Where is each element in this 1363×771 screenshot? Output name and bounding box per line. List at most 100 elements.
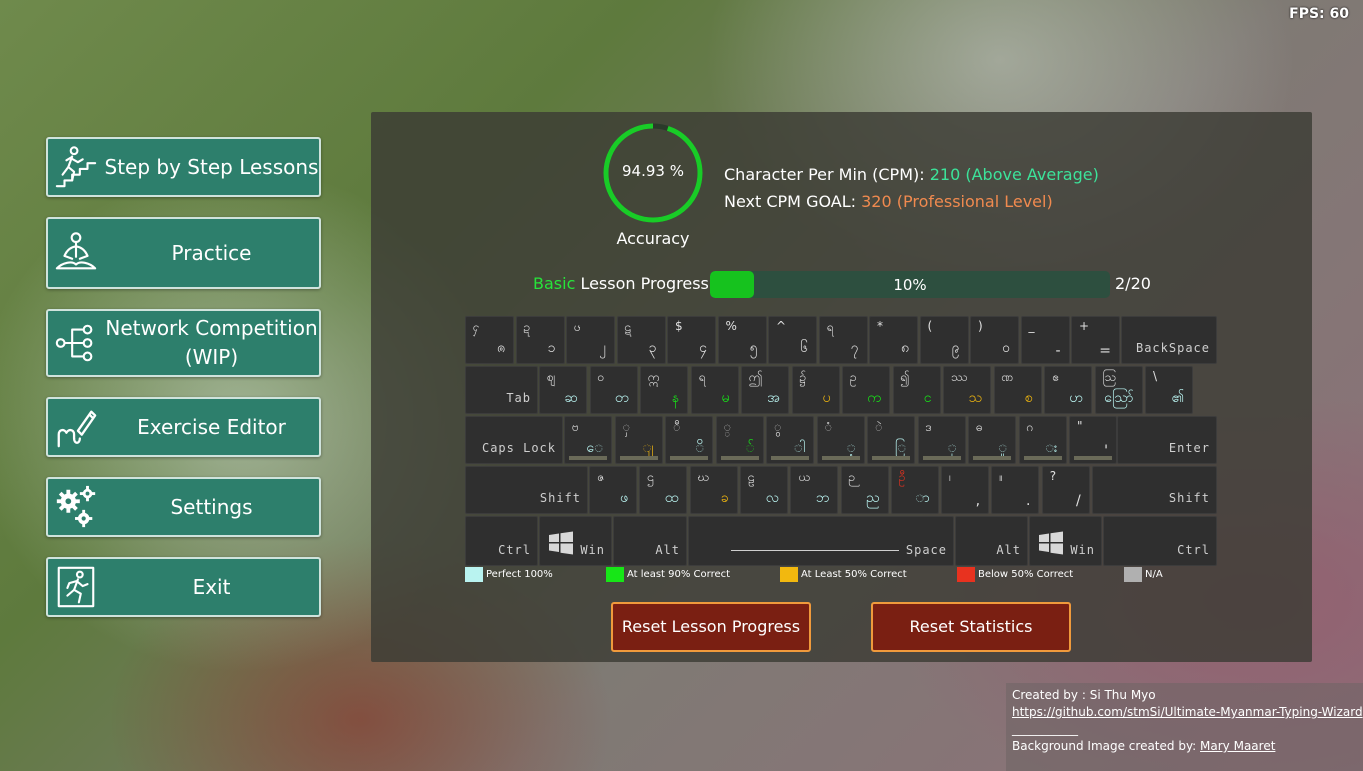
row2-key[interactable]: \ ၏ bbox=[1145, 366, 1193, 414]
row1-key[interactable]: ႁၐ bbox=[465, 316, 514, 364]
row3-key[interactable]: ဒု bbox=[917, 416, 966, 464]
key-win-right[interactable]: Win bbox=[1029, 516, 1102, 566]
key-main-char: ထ bbox=[664, 490, 679, 506]
key-shift-char: % bbox=[725, 319, 737, 333]
key-main-char: ဟ bbox=[1069, 390, 1083, 406]
network-competition-label: Network Competition (WIP) bbox=[104, 314, 319, 372]
row2-key[interactable]: ရမ bbox=[690, 366, 739, 414]
row2-key[interactable]: ဝတ bbox=[589, 366, 638, 414]
row3-key[interactable]: ဓူ bbox=[968, 416, 1016, 464]
key-accuracy-bar bbox=[619, 456, 658, 460]
row1-key[interactable]: ) ၀ bbox=[970, 316, 1019, 364]
key-accuracy-bar bbox=[1074, 456, 1112, 460]
row3-key[interactable]: " ' bbox=[1069, 416, 1117, 464]
row3-key[interactable]: ဗေ bbox=[564, 416, 612, 464]
key-shift-char: ဦ bbox=[898, 470, 906, 484]
row4-key[interactable]: ဦာ bbox=[890, 466, 939, 514]
key-enter-label: Enter bbox=[1168, 441, 1210, 455]
key-main-char: မ bbox=[721, 390, 730, 406]
row4-key[interactable]: ဌထ bbox=[639, 466, 688, 514]
key-shift-char: ။ bbox=[999, 470, 1004, 484]
key-alt-left[interactable]: Alt bbox=[613, 516, 687, 566]
key-tab-label: Tab bbox=[506, 391, 531, 405]
legend-below-swatch bbox=[957, 567, 975, 582]
key-shift-left-label: Shift bbox=[539, 491, 581, 505]
row2-key[interactable]: ဤအ bbox=[741, 366, 789, 414]
key-win-left[interactable]: Win bbox=[539, 516, 612, 566]
row1-key[interactable]: * ၈ bbox=[869, 316, 918, 364]
step-by-step-lessons-button[interactable]: Step by Step Lessons bbox=[46, 137, 321, 197]
key-main-char: လ bbox=[765, 490, 779, 506]
row4-key[interactable]: ၊, bbox=[941, 466, 990, 514]
windows-logo-icon bbox=[1039, 531, 1063, 555]
row1-key[interactable]: ဍ၁ bbox=[515, 316, 565, 364]
credits-repo-link[interactable]: https://github.com/stmSi/Ultimate-Myanma… bbox=[1012, 705, 1363, 719]
row1-key[interactable]: ရ၇ bbox=[818, 316, 868, 364]
row4-key[interactable]: ။. bbox=[991, 466, 1040, 514]
lesson-progress-count: 2/20 bbox=[1115, 274, 1151, 293]
key-shift-char: ဧ bbox=[1052, 370, 1059, 384]
key-main-char: ဘ bbox=[815, 490, 830, 506]
lesson-progress-label: Basic Lesson Progress: bbox=[533, 274, 714, 293]
row1-key[interactable]: (၉ bbox=[919, 316, 969, 364]
reset-statistics-button[interactable]: Reset Statistics bbox=[871, 602, 1071, 652]
key-main-char: ၄ bbox=[699, 340, 707, 356]
row4-key[interactable]: ဃခ bbox=[689, 466, 738, 514]
settings-button[interactable]: Settings bbox=[46, 477, 321, 537]
key-caps-lock[interactable]: Caps Lock bbox=[465, 416, 563, 464]
row4-key[interactable]: ဠလ bbox=[739, 466, 788, 514]
exit-button[interactable]: Exit bbox=[46, 557, 321, 617]
key-shift-char: ဈ bbox=[547, 370, 556, 384]
row1-key[interactable]: $၄ bbox=[667, 316, 716, 364]
key-alt-right[interactable]: Alt bbox=[955, 516, 1028, 566]
row1-key[interactable]: ၒ၂ bbox=[566, 316, 615, 364]
row4-key[interactable]: ? / bbox=[1041, 466, 1090, 514]
row2-key[interactable]: ဩဪ bbox=[1094, 366, 1143, 414]
key-backspace[interactable]: BackSpace bbox=[1121, 316, 1217, 364]
row3-key[interactable]: ံ့ bbox=[816, 416, 865, 464]
key-accuracy-bar bbox=[872, 456, 910, 460]
row2-key[interactable]: ၌ပ bbox=[791, 366, 840, 414]
credits-background-label: Background Image created by: bbox=[1012, 739, 1201, 753]
row4-key[interactable]: ယဘ bbox=[790, 466, 839, 514]
row2-key[interactable]: ဧဟ bbox=[1044, 366, 1092, 414]
row1-key[interactable]: ^ ၆ bbox=[768, 316, 817, 364]
key-main-char: ာ bbox=[915, 490, 930, 506]
virtual-keyboard: ႁၐဍ၁ၒ၂ဋ၃ $၄% ၅ ^ ၆ရ၇ * ၈(၉) ၀ _ - + = BackSpace Tab… bbox=[465, 316, 1217, 566]
row2-key[interactable]: ဏစ bbox=[993, 366, 1042, 414]
row1-key[interactable]: % ၅ bbox=[717, 316, 767, 364]
row3-key[interactable]: ဂး bbox=[1018, 416, 1067, 464]
exercise-editor-button[interactable]: Exercise Editor bbox=[46, 397, 321, 457]
key-main-char: န bbox=[671, 390, 679, 406]
key-main-char: ၅ bbox=[749, 340, 758, 356]
row1-key[interactable]: + = bbox=[1071, 316, 1120, 364]
row1-key[interactable]: ဋ၃ bbox=[616, 316, 666, 364]
key-shift-right[interactable]: Shift bbox=[1092, 466, 1217, 514]
key-enter[interactable]: Enter bbox=[1117, 416, 1217, 464]
row3-key[interactable]: ဲြ bbox=[867, 416, 915, 464]
row2-key[interactable]: ၍င bbox=[892, 366, 941, 414]
row3-key[interactable]: ္် bbox=[715, 416, 764, 464]
network-competition-button[interactable]: Network Competition (WIP) bbox=[46, 309, 321, 377]
credits-background-author-link[interactable]: Mary Maaret bbox=[1200, 739, 1275, 753]
key-space[interactable]: Space bbox=[688, 516, 954, 566]
key-shift-char: ? bbox=[1049, 469, 1057, 483]
key-ctrl-left[interactable]: Ctrl bbox=[465, 516, 538, 566]
row1-key[interactable]: _ - bbox=[1020, 316, 1070, 364]
key-shift-left[interactable]: Shift bbox=[465, 466, 588, 514]
practice-button[interactable]: Practice bbox=[46, 217, 321, 289]
row3-key[interactable]: ီိ bbox=[665, 416, 713, 464]
row2-key[interactable]: ဿသ bbox=[943, 366, 991, 414]
row3-key[interactable]: ှျ bbox=[614, 416, 663, 464]
key-ctrl-right[interactable]: Ctrl bbox=[1103, 516, 1217, 566]
row2-key[interactable]: ဥက bbox=[842, 366, 890, 414]
row4-key[interactable]: ဇဖ bbox=[589, 466, 637, 514]
key-tab[interactable]: Tab bbox=[465, 366, 538, 414]
reset-lesson-progress-button[interactable]: Reset Lesson Progress bbox=[611, 602, 811, 652]
row4-key[interactable]: ဉည bbox=[840, 466, 889, 514]
row2-key[interactable]: ဣန bbox=[640, 366, 688, 414]
row2-key[interactable]: ဈဆ bbox=[539, 366, 587, 414]
row3-key[interactable]: ွါ bbox=[766, 416, 814, 464]
key-shift-char: ႁ bbox=[473, 320, 480, 334]
key-main-char: - bbox=[1055, 343, 1061, 359]
